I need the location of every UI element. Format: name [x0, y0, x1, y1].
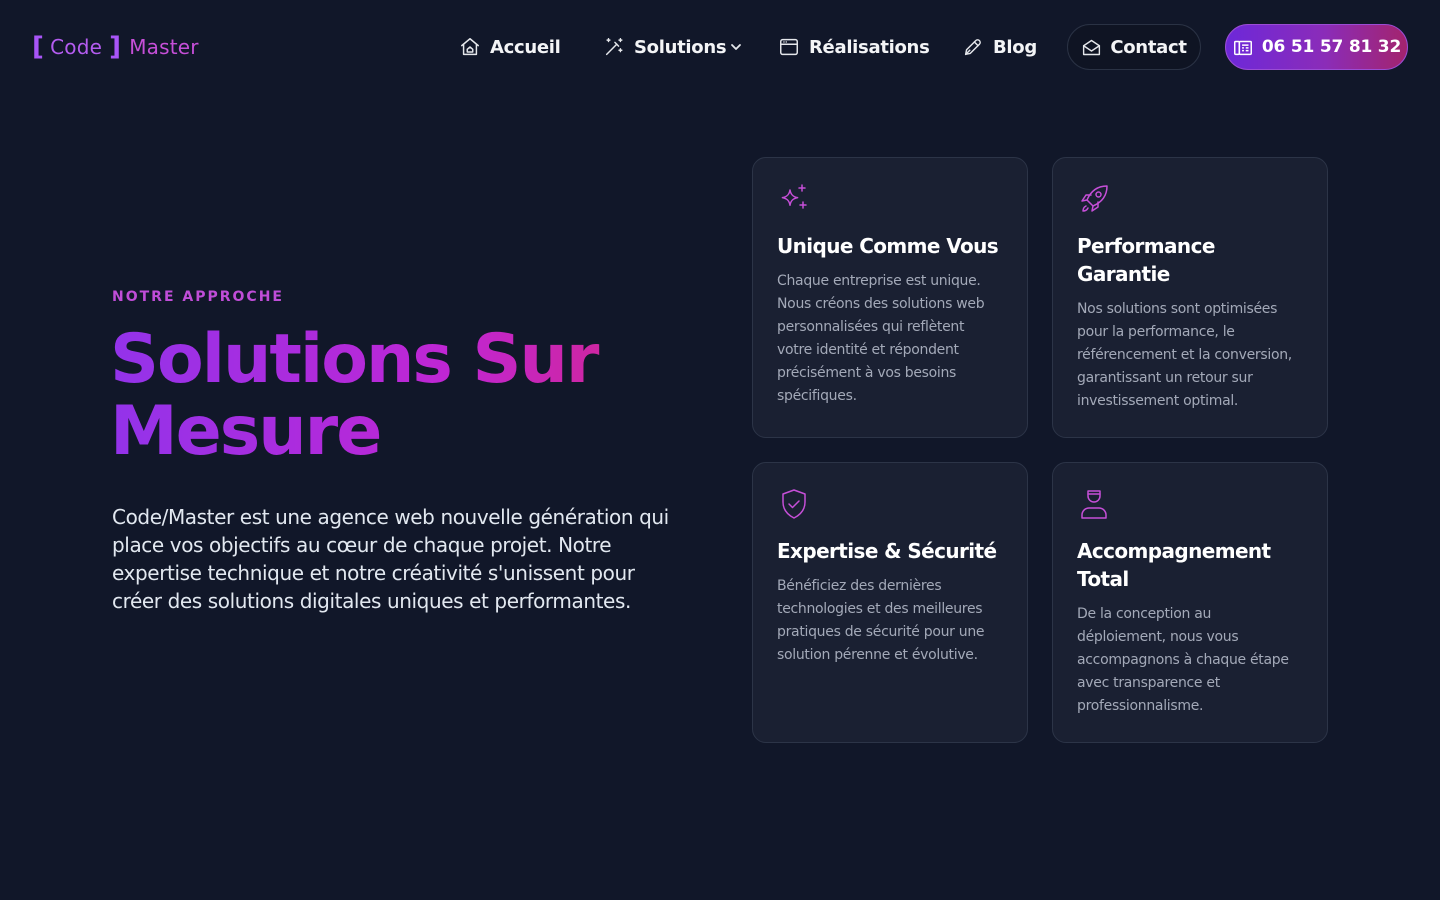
nav-item-blog[interactable]: Blog: [962, 28, 1037, 66]
nav-item-label: Solutions: [634, 36, 727, 58]
feature-card-text: Bénéficiez des dernières technologies et…: [777, 578, 985, 663]
user-support-icon: [1081, 490, 1107, 519]
nav-item-solutions[interactable]: Solutions: [603, 28, 742, 66]
home-icon: [461, 38, 479, 56]
sparkles-icon: [781, 184, 807, 209]
contact-button[interactable]: Contact: [1067, 24, 1201, 70]
logo-master-text: Master: [129, 35, 199, 59]
feature-card-title: Accompagnement Total: [1077, 539, 1271, 591]
phone-button[interactable]: 06 51 57 81 32: [1225, 24, 1408, 70]
feature-card-title: Performance Garantie: [1077, 234, 1215, 286]
logo-close-bracket: ]: [109, 32, 122, 62]
chevron-down-icon: [731, 44, 742, 50]
rocket-icon: [1081, 185, 1108, 212]
nav-item-accueil[interactable]: Accueil: [459, 28, 561, 66]
feature-card-performance: Performance Garantie Nos solutions sont …: [1052, 157, 1328, 438]
pen-nib-icon: [964, 39, 981, 56]
section-eyebrow: NOTRE APPROCHE: [112, 289, 284, 305]
fax-phone-icon: [1233, 40, 1252, 56]
logo-open-bracket: [: [32, 32, 45, 62]
feature-card-title: Unique Comme Vous: [777, 234, 999, 258]
logo-code-text: Code: [50, 35, 103, 59]
nav-item-label: Accueil: [490, 36, 561, 58]
envelope-open-icon: [1083, 39, 1101, 55]
feature-card-text: Chaque entreprise est unique. Nous créon…: [777, 273, 985, 404]
contact-button-label: Contact: [1110, 36, 1187, 58]
feature-card-title: Expertise & Sécurité: [777, 539, 997, 563]
hero-headline: Solutions Sur Mesure: [110, 324, 730, 468]
browser-window-icon: [780, 38, 798, 56]
shield-check-icon: [782, 489, 806, 519]
hero-intro-text: Code/Master est une agence web nouvelle …: [112, 505, 669, 613]
nav-item-label: Blog: [993, 36, 1037, 58]
nav-item-label: Réalisations: [809, 36, 930, 58]
feature-card-unique: Unique Comme Vous Chaque entreprise est …: [752, 157, 1028, 438]
phone-button-label: 06 51 57 81 32: [1261, 37, 1402, 57]
feature-card-expertise: Expertise & Sécurité Bénéficiez des dern…: [752, 462, 1028, 743]
nav-item-realisations[interactable]: Réalisations: [778, 28, 930, 66]
logo[interactable]: [ Code ] Master: [32, 30, 199, 64]
feature-card-accompagnement: Accompagnement Total De la conception au…: [1052, 462, 1328, 743]
feature-card-text: Nos solutions sont optimisées pour la pe…: [1077, 301, 1292, 409]
magic-wand-icon: [605, 38, 623, 56]
feature-card-text: De la conception au déploiement, nous vo…: [1077, 606, 1289, 714]
top-navigation: [ Code ] Master Accueil Solutions Réalis…: [0, 0, 1440, 94]
